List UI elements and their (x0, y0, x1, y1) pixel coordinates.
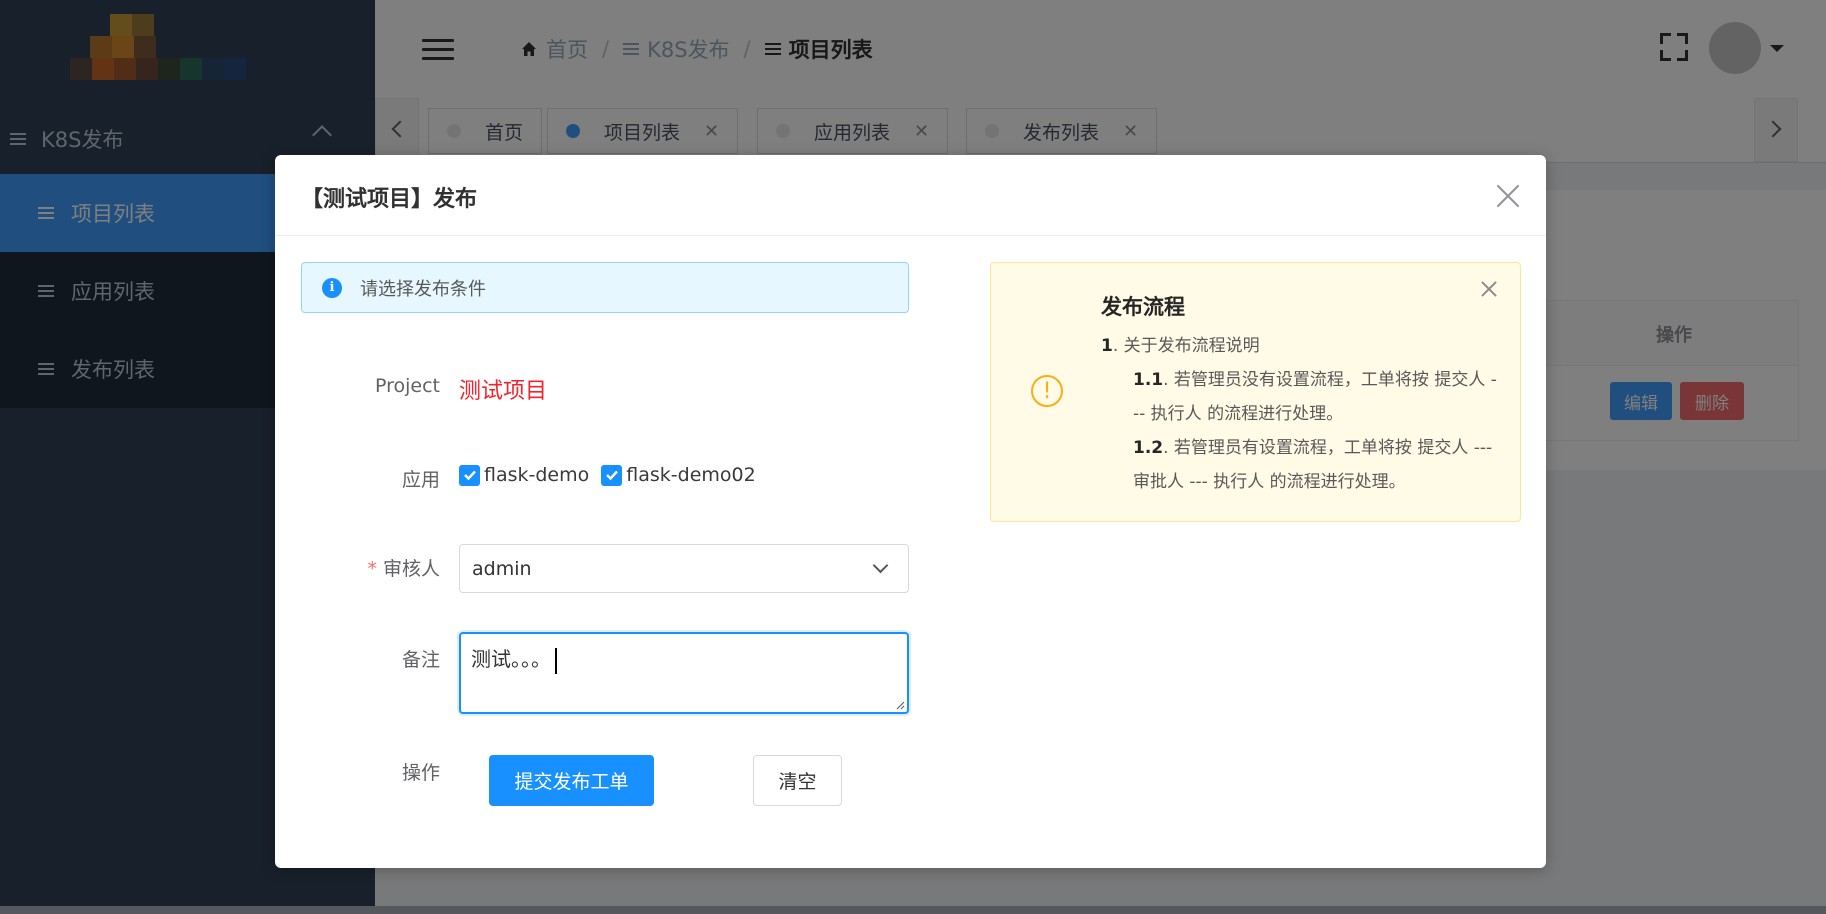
resize-handle-icon[interactable] (895, 700, 905, 710)
chevron-down-icon (872, 557, 889, 574)
close-icon[interactable] (1495, 183, 1521, 209)
checkbox-label[interactable]: flask-demo02 (626, 464, 755, 486)
text-cursor (555, 647, 557, 674)
clear-button[interactable]: 清空 (753, 755, 842, 806)
action-label: 操作 (401, 762, 440, 784)
checkbox-flask-demo[interactable] (459, 464, 480, 486)
reviewer-select[interactable]: admin (459, 544, 909, 593)
required-mark: * (367, 558, 377, 580)
reviewer-label: * 审核人 (240, 554, 440, 581)
remark-label: 备注 (401, 649, 440, 671)
project-value: 测试项目 (459, 379, 548, 404)
checkbox-flask-demo02[interactable] (601, 464, 623, 486)
process-line: 1.1. 若管理员没有设置流程，工单将按 提交人 --- 执行人 的流程进行处理… (1133, 370, 1497, 424)
remark-textarea[interactable]: 测试。。。 (459, 632, 909, 714)
app-checkbox-group: flask-demo flask-demo02 (459, 464, 756, 486)
app-label: 应用 (401, 469, 440, 491)
process-alert-title: 发布流程 (1101, 295, 1185, 319)
process-alert-body: 1. 关于发布流程说明 1.1. 若管理员没有设置流程，工单将按 提交人 ---… (1101, 329, 1501, 499)
process-alert: ! 发布流程 1. 关于发布流程说明 1.1. 若管理员没有设置流程，工单将按 … (990, 262, 1521, 522)
project-label: Project (374, 375, 440, 397)
check-icon (605, 470, 618, 481)
dialog-divider (275, 235, 1546, 236)
submit-release-button[interactable]: 提交发布工单 (489, 755, 654, 806)
info-icon: i (322, 277, 342, 298)
bottom-scrollbar (0, 906, 1826, 914)
info-alert-text: 请选择发布条件 (360, 278, 486, 300)
process-line: 1.2. 若管理员有设置流程，工单将按 提交人 --- 审批人 --- 执行人 … (1133, 438, 1493, 492)
reviewer-label-text: 审核人 (382, 558, 440, 580)
process-line: 1. 关于发布流程说明 (1101, 336, 1260, 356)
reviewer-select-value: admin (472, 557, 532, 580)
remark-text: 测试。。。 (471, 647, 551, 671)
dialog-title: 【测试项目】发布 (301, 187, 478, 212)
info-alert: i 请选择发布条件 (301, 262, 909, 313)
check-icon (463, 470, 476, 481)
close-icon[interactable] (1481, 281, 1497, 297)
exclamation-icon: ! (1031, 375, 1063, 407)
release-dialog: 【测试项目】发布 i 请选择发布条件 Project 测试项目 应用 flask… (275, 155, 1546, 868)
checkbox-label[interactable]: flask-demo (484, 464, 589, 486)
